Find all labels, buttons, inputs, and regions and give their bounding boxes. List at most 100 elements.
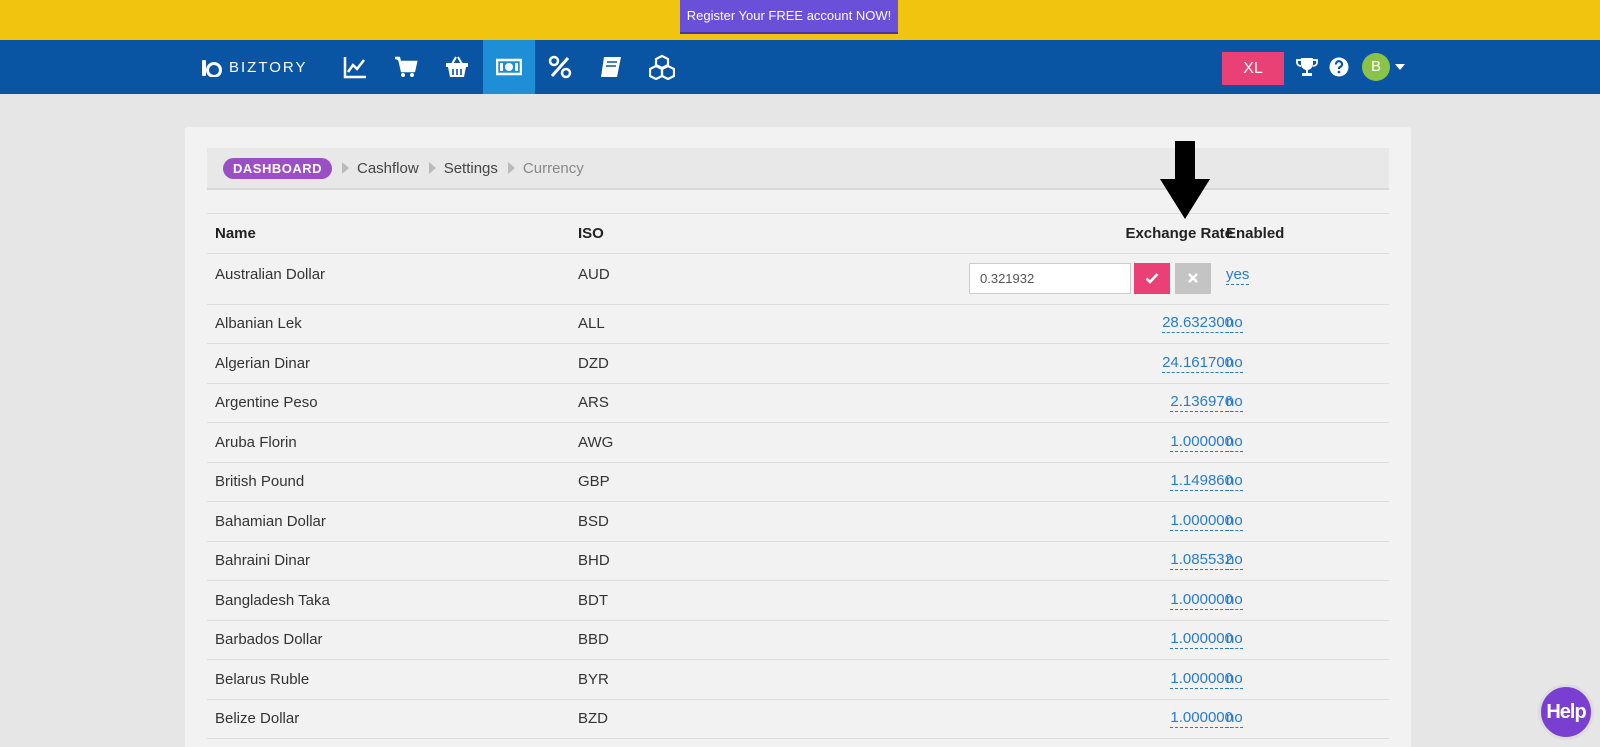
exchange-rate-link[interactable]: 1.000000 [1170, 512, 1233, 531]
enabled-toggle[interactable]: no [1226, 591, 1243, 610]
currency-iso: BSD [578, 512, 609, 530]
table-row: Barbados Dollar BBD 1.000000 no [207, 621, 1389, 660]
currency-iso: GBP [578, 473, 610, 491]
column-header-iso: ISO [578, 224, 604, 242]
close-icon [1188, 273, 1198, 283]
chevron-right-icon [428, 162, 436, 174]
enabled-toggle[interactable]: no [1226, 630, 1243, 650]
chevron-right-icon [342, 162, 349, 174]
currency-name: Bahamian Dollar [215, 512, 326, 530]
percent-icon [548, 55, 572, 79]
exchange-rate-link[interactable]: 1.000000 [1170, 709, 1233, 729]
table-row: Belize Dollar BZD 1.000000 no [207, 700, 1389, 739]
currency-name: Australian Dollar [215, 265, 326, 283]
exchange-rate-link[interactable]: 1.149860 [1170, 472, 1233, 492]
book-icon [601, 57, 621, 77]
nav-inventory[interactable] [636, 40, 688, 94]
exchange-rate-link[interactable]: 1.000000 [1170, 630, 1233, 650]
question-circle-icon [1329, 57, 1349, 77]
enabled-toggle[interactable]: no [1226, 393, 1243, 413]
currency-iso: AUD [578, 265, 610, 283]
currency-iso: BZD [578, 710, 608, 728]
column-header-exchange-rate: Exchange Rate [1125, 224, 1233, 242]
currency-name: British Pound [215, 473, 305, 491]
nav-analytics[interactable] [329, 40, 381, 94]
chart-line-icon [343, 57, 366, 79]
exchange-rate-input[interactable] [969, 262, 1131, 294]
promo-bar: Register Your FREE account NOW! [0, 0, 1600, 40]
currency-name: Belarus Ruble [215, 670, 310, 688]
currency-name: Argentine Peso [215, 394, 318, 412]
table-row: Albanian Lek ALL 28.632300 no [207, 305, 1389, 344]
currency-name: Algerian Dinar [215, 354, 311, 372]
nav-accounting[interactable] [585, 40, 637, 94]
confirm-rate-button[interactable] [1134, 262, 1170, 294]
achievements-button[interactable] [1294, 52, 1320, 82]
currency-name: Aruba Florin [215, 433, 297, 451]
currency-iso: BYR [578, 670, 609, 688]
cancel-rate-button[interactable] [1175, 262, 1211, 294]
table-row: Algerian Dinar DZD 24.161700 no [207, 344, 1389, 384]
exchange-rate-link[interactable]: 1.000000 [1170, 591, 1233, 610]
user-avatar[interactable]: B [1362, 53, 1390, 81]
exchange-rate-link[interactable]: 28.632300 [1162, 314, 1233, 334]
cubes-icon [649, 54, 675, 80]
table-row: Bangladesh Taka BDT 1.000000 no [207, 581, 1389, 621]
table-row: British Pound GBP 1.149860 no [207, 463, 1389, 502]
exchange-rate-link[interactable]: 24.161700 [1162, 354, 1233, 373]
currency-iso: BHD [578, 552, 610, 570]
column-header-name: Name [215, 224, 256, 242]
currency-iso: ALL [578, 315, 605, 333]
currency-panel: DASHBOARD Cashflow Settings Currency Nam… [185, 127, 1411, 747]
enabled-toggle[interactable]: yes [1226, 266, 1250, 285]
enabled-toggle[interactable]: no [1226, 472, 1243, 492]
exchange-rate-link[interactable]: 1.085532 [1170, 551, 1233, 571]
enabled-toggle[interactable]: no [1226, 512, 1243, 531]
table-row: Belarus Ruble BYR 1.000000 no [207, 660, 1389, 700]
nav-sales[interactable] [380, 40, 432, 94]
breadcrumb-settings[interactable]: Settings [444, 160, 498, 177]
currency-iso: DZD [578, 354, 609, 372]
register-promo-button[interactable]: Register Your FREE account NOW! [680, 0, 898, 34]
currency-name: Bangladesh Taka [215, 591, 330, 609]
breadcrumb-dashboard[interactable]: DASHBOARD [223, 157, 332, 179]
breadcrumb: DASHBOARD Cashflow Settings Currency [207, 148, 1389, 190]
currency-table: Name ISO Exchange Rate Enabled Australia… [207, 213, 1389, 739]
plan-badge[interactable]: XL [1222, 52, 1284, 85]
table-header-row: Name ISO Exchange Rate Enabled [207, 214, 1389, 254]
money-icon [496, 58, 522, 76]
cart-icon [395, 56, 418, 77]
basket-icon [446, 56, 468, 77]
enabled-toggle[interactable]: no [1226, 551, 1243, 571]
help-chat-button[interactable]: Help [1538, 684, 1594, 740]
nav-vat[interactable] [534, 40, 586, 94]
enabled-toggle[interactable]: no [1226, 354, 1243, 373]
exchange-rate-link[interactable]: 1.000000 [1170, 670, 1233, 689]
currency-name: Bahraini Dinar [215, 552, 311, 570]
nav-cashflow[interactable] [483, 40, 535, 94]
help-menu-button[interactable] [1326, 52, 1352, 82]
top-navbar: BIZTORY XL B [0, 40, 1600, 94]
currency-iso: ARS [578, 394, 609, 412]
table-body: Albanian Lek ALL 28.632300 no Algerian Dinar… [207, 305, 1389, 739]
currency-name: Albanian Lek [215, 315, 302, 333]
exchange-rate-link[interactable]: 1.000000 [1170, 433, 1233, 452]
breadcrumb-cashflow[interactable]: Cashflow [357, 160, 419, 177]
enabled-toggle[interactable]: no [1226, 433, 1243, 452]
biztory-logo-icon [202, 60, 222, 77]
nav-purchases[interactable] [431, 40, 483, 94]
currency-iso: BBD [578, 631, 609, 649]
brand-logo[interactable]: BIZTORY [201, 40, 307, 94]
enabled-toggle[interactable]: no [1226, 709, 1243, 729]
exchange-rate-link[interactable]: 2.136976 [1170, 393, 1233, 413]
table-row: Argentine Peso ARS 2.136976 no [207, 384, 1389, 423]
enabled-toggle[interactable]: no [1226, 670, 1243, 689]
trophy-icon [1296, 58, 1318, 76]
chevron-down-icon[interactable] [1395, 64, 1405, 70]
table-row: Bahamian Dollar BSD 1.000000 no [207, 502, 1389, 542]
table-row: Bahraini Dinar BHD 1.085532 no [207, 542, 1389, 581]
column-header-enabled: Enabled [1226, 224, 1285, 242]
enabled-toggle[interactable]: no [1226, 314, 1243, 334]
currency-iso: AWG [578, 433, 614, 451]
breadcrumb-currency: Currency [522, 159, 584, 177]
